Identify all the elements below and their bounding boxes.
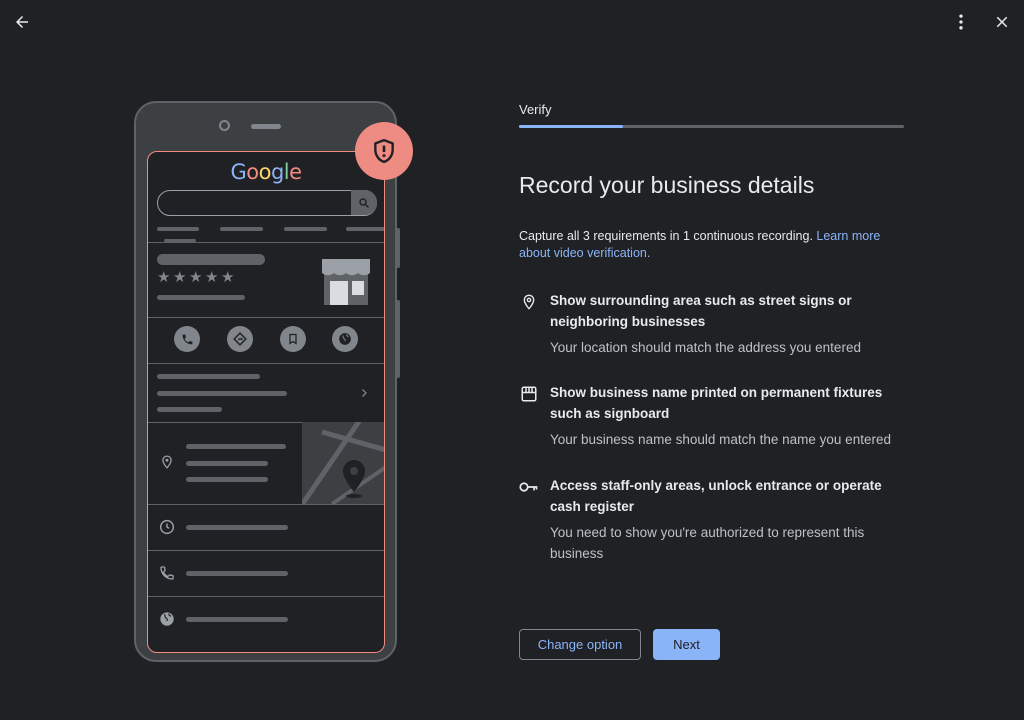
page-description: Capture all 3 requirements in 1 continuo… [519, 228, 904, 262]
step-progress-fill [519, 125, 623, 128]
storefront-icon [521, 386, 537, 402]
rating-star-icon: ★ [189, 269, 203, 286]
security-badge [355, 122, 413, 180]
arrow-back-icon [16, 16, 28, 28]
requirement-title: Access staff-only areas, unlock entrance… [550, 478, 882, 514]
mock-divider [148, 363, 384, 364]
bookmark-icon [289, 333, 297, 345]
mock-line [186, 444, 286, 449]
requirement-title: Show surrounding area such as street sig… [550, 293, 852, 329]
key-icon [519, 482, 538, 492]
phone-speaker [251, 124, 281, 129]
shield-alert-icon [374, 138, 394, 164]
mock-divider [148, 317, 384, 318]
phone-illustration: Google ★ ★ ★ ★ ★ [134, 101, 397, 662]
more-vert-icon [959, 14, 963, 30]
mock-business-name [157, 254, 265, 265]
clock-icon [159, 519, 175, 535]
close-icon [996, 16, 1008, 28]
next-button[interactable]: Next [653, 629, 720, 660]
requirement-subtitle: You need to show you're authorized to re… [550, 525, 865, 561]
requirement-item: Show surrounding area such as street sig… [519, 290, 919, 358]
page-title: Record your business details [519, 172, 815, 198]
location-pin-icon [162, 455, 172, 469]
change-option-button[interactable]: Change option [519, 629, 641, 660]
description-text: Capture all 3 requirements in 1 continuo… [519, 229, 813, 243]
mock-line [186, 461, 268, 466]
rating-star-icon: ★ [205, 269, 219, 286]
globe-icon [160, 612, 174, 626]
mock-search-box [157, 190, 377, 216]
more-options-button[interactable] [947, 8, 975, 36]
rating-star-icon: ★ [157, 269, 171, 286]
mock-line [186, 617, 288, 622]
rating-star-icon: ★ [173, 269, 187, 286]
mock-line [157, 391, 287, 396]
phone-camera [219, 120, 230, 131]
location-pin-icon [523, 294, 535, 310]
mock-line [157, 374, 260, 379]
mock-divider [148, 242, 384, 243]
mock-line [186, 477, 268, 482]
mock-divider [148, 504, 384, 505]
mock-line [186, 571, 288, 576]
phone-icon [182, 334, 192, 344]
requirement-item: Show business name printed on permanent … [519, 382, 919, 450]
search-icon [359, 197, 370, 208]
mock-save-action [280, 326, 306, 352]
mock-line [157, 295, 245, 300]
rating-star-icon: ★ [221, 269, 235, 286]
mock-search-button [351, 190, 377, 215]
step-label: Verify [519, 102, 552, 117]
mock-call-action [174, 326, 200, 352]
mock-directions-action [227, 326, 253, 352]
mock-line [157, 407, 222, 412]
mock-website-action [332, 326, 358, 352]
mock-tab [284, 227, 327, 231]
requirement-subtitle: Your location should match the address y… [550, 340, 861, 355]
requirement-item: Access staff-only areas, unlock entrance… [519, 475, 919, 564]
requirement-title: Show business name printed on permanent … [550, 385, 883, 421]
chevron-right-icon [362, 389, 367, 397]
mock-divider [148, 596, 384, 597]
requirement-subtitle: Your business name should match the name… [550, 432, 891, 447]
mock-line [186, 525, 288, 530]
mock-tab [157, 227, 199, 231]
close-button[interactable] [988, 8, 1016, 36]
globe-icon [339, 333, 351, 345]
storefront-illustration [322, 259, 370, 305]
phone-icon [160, 566, 174, 580]
mock-tab [346, 227, 384, 231]
mock-tab [220, 227, 263, 231]
google-logo: Google [230, 160, 302, 184]
back-button[interactable] [8, 8, 36, 36]
mock-map [302, 422, 384, 504]
mock-divider [148, 550, 384, 551]
step-progress-bar [519, 125, 904, 128]
phone-screen: Google ★ ★ ★ ★ ★ [147, 151, 385, 653]
directions-icon [233, 332, 247, 346]
